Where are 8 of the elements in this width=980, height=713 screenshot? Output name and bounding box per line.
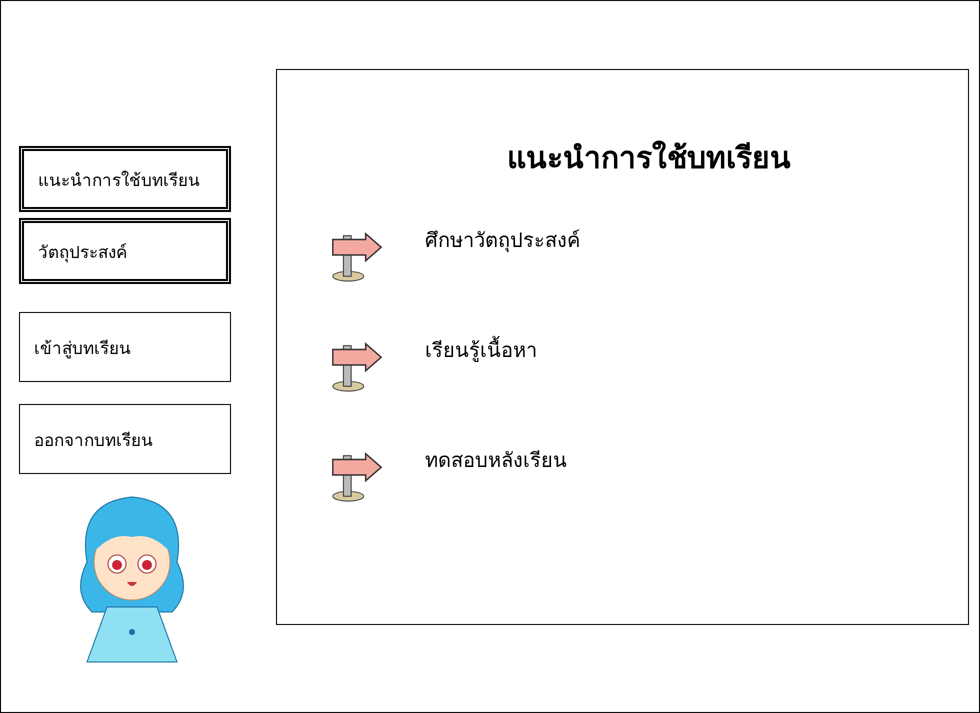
lesson-link[interactable]: ทดสอบหลังเรียน (425, 444, 567, 476)
menu-button[interactable]: เข้าสู่บทเรียน (19, 312, 231, 382)
lesson-link[interactable]: เรียนรู้เนื้อหา (425, 334, 537, 366)
menu-button[interactable]: ออกจากบทเรียน (19, 404, 231, 474)
panel-title: แนะนำการใช้บทเรียน (507, 140, 792, 177)
lesson-link[interactable]: ศึกษาวัตถุประสงค์ (425, 224, 580, 256)
menu-button[interactable]: วัตถุประสงค์ (19, 218, 231, 284)
menu-button[interactable]: แนะนำการใช้บทเรียน (19, 146, 231, 212)
